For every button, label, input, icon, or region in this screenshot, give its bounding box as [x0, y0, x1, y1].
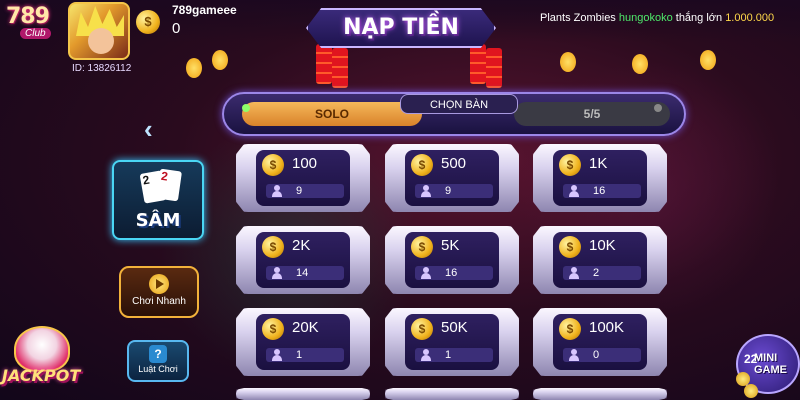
ticker-action: thắng lớn — [672, 12, 726, 24]
coin-icon: $ — [559, 236, 581, 258]
coin-icon: $ — [136, 10, 160, 34]
deposit-button[interactable]: NẠP TIỀN — [306, 8, 496, 48]
table-tile[interactable]: $ 10K 2 — [533, 226, 667, 294]
status-dot-inactive — [654, 104, 662, 112]
table-tile[interactable]: $ 100K 0 — [533, 308, 667, 376]
coin-icon: $ — [559, 318, 581, 340]
table-tile[interactable] — [385, 388, 519, 400]
jackpot-label: JACKPOT — [2, 366, 81, 385]
coin-icon: $ — [559, 154, 581, 176]
mini-label-line1: MINI — [754, 352, 778, 364]
coin-icon: $ — [411, 154, 433, 176]
user-id: ID: 13826112 — [72, 63, 132, 74]
room-tabs: SOLO 5/5 CHỌN BÀN — [222, 92, 686, 136]
table-players: 9 — [296, 185, 303, 197]
person-icon — [421, 267, 431, 279]
coin-icon: $ — [411, 236, 433, 258]
table-players: 1 — [296, 349, 303, 361]
tab-choose-table[interactable]: CHỌN BÀN — [400, 94, 518, 114]
table-players: 14 — [296, 267, 309, 279]
mini-label-line2: GAME — [754, 364, 787, 376]
lantern-decoration — [560, 52, 576, 72]
coin-icon: $ — [262, 318, 284, 340]
table-tile[interactable] — [236, 388, 370, 400]
table-tile[interactable]: $ 100 9 — [236, 144, 370, 212]
username: 789gameee — [172, 3, 237, 17]
lantern-decoration — [700, 50, 716, 70]
table-bet: 100 — [292, 155, 318, 172]
coin-icon — [744, 384, 758, 398]
lantern-decoration — [632, 54, 648, 74]
firecracker-decoration — [316, 44, 332, 84]
jackpot-button[interactable]: JACKPOT — [0, 326, 86, 400]
back-arrow-icon[interactable]: ‹ — [144, 114, 153, 145]
club-logo: 789 Club — [6, 4, 64, 44]
person-icon — [569, 185, 579, 197]
ticker-player: hungokoko — [618, 12, 673, 24]
table-tile[interactable]: $ 5K 16 — [385, 226, 519, 294]
table-tile[interactable] — [533, 388, 667, 400]
coin-icon: $ — [262, 236, 284, 258]
mini-game-count: 22 — [744, 352, 758, 366]
quick-play-label: Chơi Nhanh — [132, 296, 186, 307]
table-players: 1 — [445, 349, 452, 361]
table-tile[interactable]: $ 2K 14 — [236, 226, 370, 294]
table-bet: 2K — [292, 237, 311, 254]
table-players: 16 — [593, 185, 606, 197]
quick-play-button[interactable]: Chơi Nhanh — [119, 266, 199, 318]
tab-table-count[interactable]: 5/5 — [514, 102, 670, 126]
avatar[interactable] — [68, 2, 130, 60]
person-icon — [569, 349, 579, 361]
tab-solo[interactable]: SOLO — [242, 102, 422, 126]
logo-club-text: Club — [20, 28, 51, 39]
person-icon — [421, 185, 431, 197]
table-players: 0 — [593, 349, 600, 361]
table-bet: 5K — [441, 237, 460, 254]
logo-number: 789 — [6, 4, 50, 29]
table-players: 9 — [445, 185, 452, 197]
table-bet: 100K — [589, 319, 625, 336]
game-card-sam[interactable]: 2 2 SÂM — [112, 160, 204, 240]
table-tile[interactable]: $ 1K 16 — [533, 144, 667, 212]
table-bet: 500 — [441, 155, 467, 172]
win-ticker: Plants Zombies hungokoko thắng lớn 1.000… — [540, 12, 774, 24]
rules-label: Luật Chơi — [138, 364, 178, 374]
table-bet: 20K — [292, 319, 319, 336]
table-bet: 50K — [441, 319, 468, 336]
firecracker-decoration — [486, 48, 502, 88]
ticker-amount: 1.000.000 — [725, 12, 775, 24]
mini-game-label: MINI GAME — [754, 352, 787, 376]
person-icon — [569, 267, 579, 279]
table-tile[interactable]: $ 500 9 — [385, 144, 519, 212]
ticker-game: Plants Zombies — [540, 12, 619, 24]
person-icon — [272, 185, 282, 197]
status-dot-active — [242, 104, 250, 112]
table-bet: 1K — [589, 155, 608, 172]
table-players: 2 — [593, 267, 600, 279]
table-tile[interactable]: $ 20K 1 — [236, 308, 370, 376]
balance-amount: 0 — [172, 20, 181, 37]
table-players: 16 — [445, 267, 458, 279]
game-name: SÂM — [135, 210, 181, 231]
deposit-title: NẠP TIỀN — [343, 15, 459, 40]
lantern-decoration — [212, 50, 228, 70]
table-tile[interactable]: $ 50K 1 — [385, 308, 519, 376]
firecracker-decoration — [470, 44, 486, 84]
firecracker-decoration — [332, 48, 348, 88]
lantern-decoration — [186, 58, 202, 78]
playing-card-icon: 2 — [156, 168, 182, 202]
coin-icon: $ — [262, 154, 284, 176]
question-icon: ? — [149, 345, 167, 363]
coin-icon: $ — [411, 318, 433, 340]
table-bet: 10K — [589, 237, 616, 254]
rules-button[interactable]: ? Luật Chơi — [127, 340, 189, 382]
person-icon — [421, 349, 431, 361]
person-icon — [272, 267, 282, 279]
play-icon — [149, 274, 169, 294]
avatar-face — [88, 28, 114, 54]
person-icon — [272, 349, 282, 361]
